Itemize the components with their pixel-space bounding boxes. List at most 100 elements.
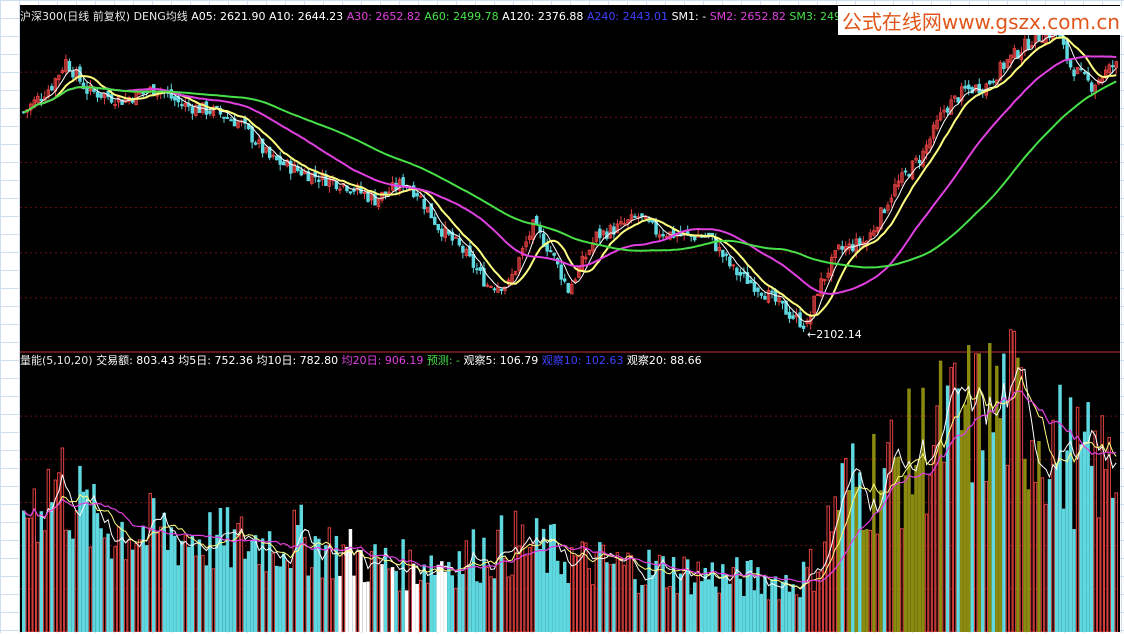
volume-bar (555, 560, 560, 633)
candle-body (756, 287, 760, 292)
volume-bar (461, 574, 465, 633)
candle-body (882, 209, 887, 214)
volume-bar (106, 533, 110, 633)
volume-bar (271, 552, 275, 633)
volume-bar (190, 535, 195, 633)
ma10-line (23, 36, 1117, 317)
volume-bar (942, 461, 946, 633)
candle-body (436, 224, 440, 231)
volume-bar (977, 353, 981, 633)
candle-body (956, 97, 960, 103)
candle-body (99, 93, 103, 98)
volume-bar (359, 550, 363, 633)
volume-bar (341, 544, 346, 633)
candle-body (622, 222, 627, 225)
candle-body (422, 198, 426, 210)
volume-bar (496, 529, 500, 633)
volume-bar (281, 553, 286, 633)
volume-bar (513, 510, 518, 633)
volume-bar (900, 528, 904, 633)
volume-bar (629, 555, 634, 633)
candle-body (763, 295, 767, 300)
volume-bar (626, 552, 630, 633)
volume-bar (197, 539, 202, 633)
volume-bar (801, 561, 806, 633)
volume-bar (742, 595, 746, 633)
volume-bar (1096, 517, 1101, 633)
candle-body (759, 292, 764, 296)
volume-bar (777, 599, 781, 633)
volume-bar (808, 548, 813, 633)
volume-bar (1047, 479, 1052, 633)
candle-body (415, 193, 419, 197)
volume-bar (984, 480, 988, 633)
volume-bar (404, 590, 409, 633)
volume-bar (724, 574, 729, 633)
volume-bar (310, 567, 314, 633)
volume-bar (1019, 367, 1024, 633)
volume-bar (285, 560, 289, 633)
volume-bar (1030, 440, 1034, 633)
candle-body (728, 256, 732, 267)
candle-body (851, 244, 855, 252)
volume-bar (440, 561, 444, 633)
volume-bar (826, 505, 830, 633)
volume-bar (527, 547, 532, 633)
volume-bar (433, 574, 437, 633)
candle-body (366, 192, 370, 202)
volume-bar (475, 581, 479, 633)
candle-body (738, 271, 743, 276)
volume-bar (963, 404, 967, 633)
volume-bar (763, 575, 767, 633)
candle-body (71, 70, 75, 78)
ma5-line (23, 33, 1117, 323)
volume-bar (837, 509, 841, 633)
volume-bar (366, 581, 370, 633)
candle-body (917, 159, 922, 164)
volume-bar (721, 564, 725, 633)
candle-body (858, 238, 862, 246)
lower-header-item-1: 交易额: 803.43 (96, 353, 178, 367)
volume-bar (752, 590, 757, 633)
candle-body (721, 249, 725, 257)
volume-bar (805, 567, 809, 633)
volume-bar (1016, 357, 1020, 633)
volume-bar (211, 568, 216, 633)
volume-bar (1089, 465, 1094, 633)
volume-bar (436, 564, 440, 633)
volume-bar (1093, 430, 1097, 633)
volume-bar (1026, 489, 1031, 633)
volume-bar (22, 510, 26, 633)
volume-bar (615, 552, 620, 633)
candle-body (840, 246, 844, 250)
volume-bar (387, 568, 391, 633)
volume-bar (1044, 503, 1048, 633)
volume-bar (854, 486, 859, 633)
volume-bar (67, 530, 72, 633)
candle-body (548, 250, 553, 253)
candle-body (752, 281, 757, 292)
volume-bar (426, 582, 430, 633)
volume-bar (503, 557, 507, 633)
volume-bar (566, 583, 570, 633)
volume-bar (879, 490, 883, 633)
volume-bar (682, 556, 686, 633)
volume-bar (612, 563, 616, 633)
candle-body (735, 267, 739, 276)
volume-bar (74, 510, 79, 633)
candle-body (534, 216, 539, 226)
volume-bar (921, 387, 925, 633)
candle-body (1068, 59, 1073, 68)
volume-bar (766, 599, 771, 633)
volume-bar (208, 512, 212, 633)
volume-bar (1040, 477, 1045, 633)
volume-bars (22, 329, 1118, 633)
volume-bar (738, 578, 743, 633)
candle-body (387, 191, 391, 194)
volume-bar (889, 419, 894, 633)
volume-bar (246, 551, 251, 633)
volume-bar (29, 517, 33, 633)
volume-bar (443, 571, 448, 633)
candle-body (180, 104, 184, 107)
candle-body (1026, 38, 1031, 50)
